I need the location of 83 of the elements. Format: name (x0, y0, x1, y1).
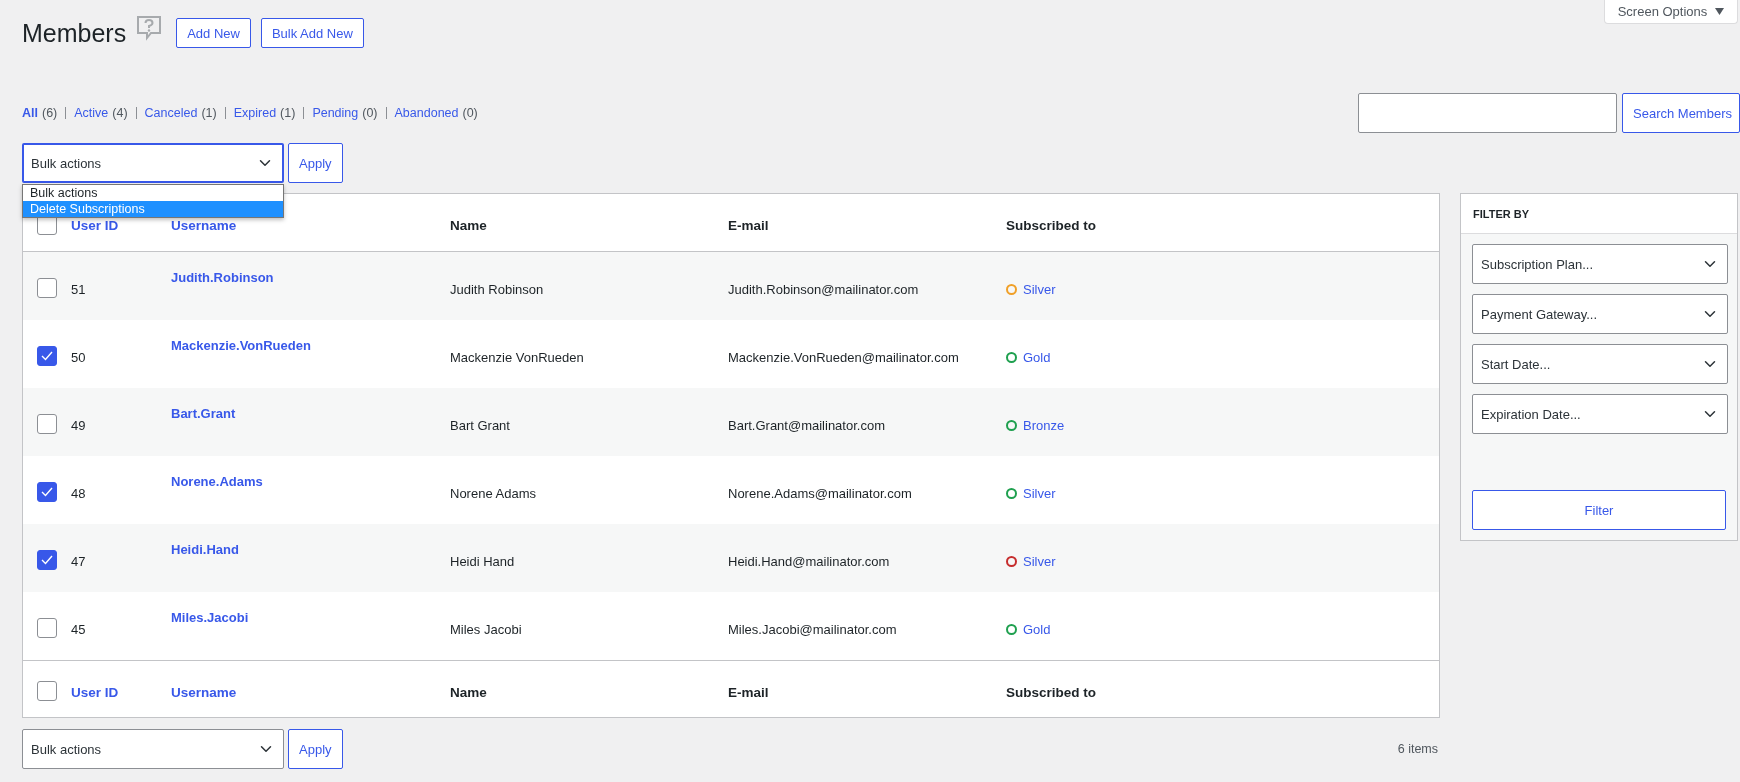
page-title: Members (22, 18, 127, 48)
plan-link[interactable]: Gold (1023, 349, 1051, 365)
username-link[interactable]: Judith.Robinson (171, 270, 274, 285)
member-name: Bart Grant (450, 417, 510, 433)
search-button[interactable]: Search Members (1622, 93, 1740, 133)
user-id: 48 (71, 485, 86, 501)
user-id: 47 (71, 553, 86, 569)
filter-button[interactable]: Filter (1472, 490, 1726, 530)
view-count: (1) (201, 106, 217, 120)
view-count: (0) (462, 106, 478, 120)
username-link[interactable]: Miles.Jacobi (171, 610, 249, 625)
checkbox[interactable] (37, 346, 57, 366)
member-email: Miles.Jacobi@mailinator.com (728, 621, 897, 637)
view-link[interactable]: Expired (233, 106, 277, 120)
column-header: Subscribed to (1006, 218, 1096, 233)
view-link[interactable]: All (22, 106, 38, 120)
member-name: Norene Adams (450, 485, 536, 501)
action-button[interactable]: Bulk Add New (260, 18, 364, 48)
apply-button[interactable]: Apply (288, 729, 343, 769)
column-header: Name (450, 684, 487, 700)
plan-link[interactable]: Silver (1023, 485, 1056, 501)
view-link[interactable]: Active (74, 106, 109, 120)
checkbox[interactable] (37, 482, 57, 502)
panel-title: FILTER BY (1473, 207, 1529, 220)
member-email: Norene.Adams@mailinator.com (728, 485, 912, 501)
view-count: (0) (362, 106, 378, 120)
username-link[interactable]: Bart.Grant (171, 406, 236, 421)
username-link[interactable]: Heidi.Hand (171, 542, 239, 557)
view-link[interactable]: Canceled (144, 106, 198, 120)
search-field[interactable] (1358, 93, 1617, 133)
filter-select[interactable]: Expiration Date... (1472, 394, 1728, 434)
member-name: Mackenzie VonRueden (450, 349, 584, 365)
column-header: E-mail (728, 218, 769, 233)
member-name: Heidi Hand (450, 553, 515, 569)
member-name: Miles Jacobi (450, 621, 522, 637)
member-email: Bart.Grant@mailinator.com (728, 417, 885, 433)
filter-select[interactable]: Subscription Plan... (1472, 244, 1728, 284)
user-id: 50 (71, 349, 86, 365)
action-button[interactable]: Add New (176, 18, 251, 48)
user-id: 51 (71, 281, 86, 297)
view-link[interactable]: Pending (312, 106, 359, 120)
dropdown-option[interactable]: Delete Subscriptions (23, 201, 283, 217)
column-header: Subscribed to (1006, 684, 1096, 700)
help-icon[interactable] (136, 15, 163, 41)
member-name: Judith Robinson (450, 281, 544, 297)
check-icon (41, 487, 53, 497)
checkbox[interactable] (37, 550, 57, 570)
screen-options-tab[interactable]: Screen Options (1604, 0, 1738, 24)
apply-button[interactable]: Apply (288, 143, 343, 183)
member-email: Mackenzie.VonRueden@mailinator.com (728, 349, 959, 365)
username-link[interactable]: Mackenzie.VonRueden (171, 338, 311, 353)
sortable-column-header[interactable]: User ID (71, 218, 119, 233)
plan-link[interactable]: Bronze (1023, 417, 1065, 433)
user-id: 45 (71, 621, 86, 637)
bulk-actions-select[interactable]: Bulk actions (22, 143, 284, 183)
check-icon (41, 555, 53, 565)
view-link[interactable]: Abandoned (394, 106, 459, 120)
view-count: (4) (112, 106, 128, 120)
view-count: (1) (280, 106, 296, 120)
checkbox[interactable] (37, 681, 57, 701)
plan-link[interactable]: Gold (1023, 621, 1051, 637)
member-email: Judith.Robinson@mailinator.com (728, 281, 919, 297)
username-link[interactable]: Norene.Adams (171, 474, 263, 489)
checkbox[interactable] (37, 278, 57, 298)
filter-select[interactable]: Start Date... (1472, 344, 1728, 384)
checkbox[interactable] (37, 618, 57, 638)
plan-link[interactable]: Silver (1023, 281, 1056, 297)
checkbox[interactable] (37, 414, 57, 434)
check-icon (41, 351, 53, 361)
member-email: Heidi.Hand@mailinator.com (728, 553, 890, 569)
sortable-column-header[interactable]: Username (171, 218, 237, 233)
view-count: (6) (42, 106, 58, 120)
caret-icon (1715, 8, 1725, 15)
column-header: E-mail (728, 684, 769, 700)
bulk-actions-select[interactable]: Bulk actions (22, 729, 284, 769)
column-header: Name (450, 218, 487, 233)
plan-link[interactable]: Silver (1023, 553, 1056, 569)
filter-select[interactable]: Payment Gateway... (1472, 294, 1728, 334)
sortable-column-header[interactable]: User ID (71, 684, 119, 700)
items-count: 6 items (1397, 742, 1438, 756)
dropdown-option[interactable]: Bulk actions (23, 185, 283, 201)
sortable-column-header[interactable]: Username (171, 684, 237, 700)
user-id: 49 (71, 417, 86, 433)
